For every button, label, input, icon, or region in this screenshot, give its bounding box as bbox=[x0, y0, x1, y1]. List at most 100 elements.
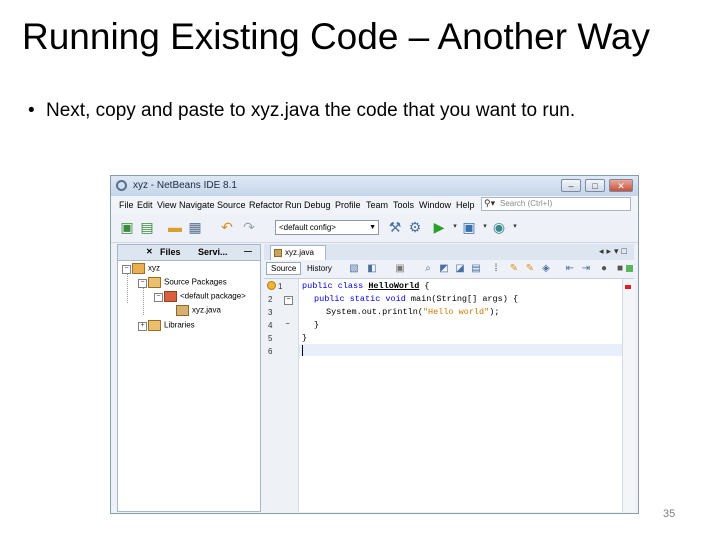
shift-left-icon[interactable]: ⇤ bbox=[564, 263, 576, 274]
build-icon[interactable]: ⚒ bbox=[387, 219, 403, 235]
run-icon[interactable]: ▶ bbox=[431, 219, 447, 235]
toggle-bookmark-icon[interactable]: ◈ bbox=[540, 263, 552, 274]
menu-help[interactable]: Help bbox=[456, 200, 475, 210]
profile-dropdown-icon[interactable]: ▾ bbox=[507, 219, 523, 235]
panel-close-icon[interactable]: ✕ bbox=[146, 247, 153, 256]
line-gutter: 1 2 3 4 5 6 − − bbox=[264, 279, 299, 512]
warning-icon[interactable] bbox=[267, 281, 276, 290]
save-all-icon[interactable]: ▦ bbox=[187, 219, 203, 235]
redo-icon[interactable]: ↷ bbox=[241, 219, 257, 235]
window-titlebar: xyz - NetBeans IDE 8.1 – □ ✕ bbox=[111, 176, 638, 196]
bullet-text: • Next, copy and paste to xyz.java the co… bbox=[28, 100, 575, 122]
expand-package-icon[interactable]: − bbox=[154, 293, 163, 302]
open-project-icon[interactable]: ▬ bbox=[167, 219, 183, 235]
fold-end-icon: − bbox=[285, 321, 290, 328]
menu-profile[interactable]: Profile bbox=[335, 200, 361, 210]
toggle-selection-icon[interactable]: ⁞ bbox=[490, 263, 502, 274]
new-file-icon[interactable]: ▤ bbox=[139, 219, 155, 235]
previous-bookmark-icon[interactable]: ✎ bbox=[508, 263, 520, 274]
close-button[interactable]: ✕ bbox=[609, 179, 633, 192]
stop-macro-icon[interactable]: ■ bbox=[614, 263, 626, 274]
next-bookmark-icon[interactable]: ✎ bbox=[524, 263, 536, 274]
class-name: HelloWorld bbox=[368, 281, 420, 291]
projects-panel: ✕ Files Servi... — − xyz − Source Packag… bbox=[117, 244, 261, 512]
tree-project-label: xyz bbox=[148, 263, 160, 273]
undo-icon[interactable]: ↶ bbox=[219, 219, 235, 235]
code-line-4: } bbox=[314, 320, 319, 330]
find-previous-icon[interactable]: ◩ bbox=[438, 263, 450, 274]
tab-services[interactable]: Servi... bbox=[198, 247, 228, 257]
tree-libraries-label: Libraries bbox=[164, 320, 195, 330]
menu-view[interactable]: View bbox=[157, 200, 176, 210]
expand-libraries-icon[interactable]: + bbox=[138, 322, 147, 331]
new-project-icon[interactable]: ▣ bbox=[119, 219, 135, 235]
slide-title: Running Existing Code – Another Way bbox=[22, 16, 650, 57]
libraries-icon bbox=[148, 320, 161, 331]
chevron-down-icon: ▼ bbox=[369, 224, 376, 231]
history-button[interactable]: History bbox=[302, 262, 337, 275]
find-next-icon[interactable]: ◪ bbox=[454, 263, 466, 274]
tree-source-packages[interactable]: Source Packages bbox=[148, 277, 227, 288]
menu-source[interactable]: Source bbox=[217, 200, 246, 210]
current-line-highlight bbox=[299, 344, 622, 356]
code-text: } bbox=[314, 320, 320, 330]
editor-tab-label: xyz.java bbox=[285, 248, 314, 257]
clean-build-icon[interactable]: ⚙ bbox=[407, 219, 423, 235]
tree-file-xyz[interactable]: xyz.java bbox=[176, 305, 221, 316]
editor-tab-xyz[interactable]: xyz.java bbox=[270, 245, 326, 260]
tree-project[interactable]: xyz bbox=[132, 263, 160, 274]
menu-navigate[interactable]: Navigate bbox=[179, 200, 215, 210]
code-editor[interactable]: 1 2 3 4 5 6 − − public class HelloWorld … bbox=[264, 279, 622, 512]
vertical-scrollbar[interactable] bbox=[622, 279, 635, 512]
code-text: main(String[] args) { bbox=[410, 294, 519, 304]
menu-team[interactable]: Team bbox=[366, 200, 388, 210]
tab-navigation-icon[interactable]: ◂▸▾□ bbox=[599, 246, 630, 257]
find-icon[interactable]: ⌕ bbox=[422, 263, 434, 274]
back-icon[interactable]: ◧ bbox=[366, 263, 378, 274]
tree-source-label: Source Packages bbox=[164, 277, 227, 287]
debug-icon[interactable]: ▣ bbox=[461, 219, 477, 235]
panel-tabs: ✕ Files Servi... — bbox=[118, 245, 260, 261]
record-macro-icon[interactable]: ● bbox=[598, 263, 610, 274]
line-number: 1 bbox=[278, 282, 283, 291]
editor-toolbar: Source History ▧ ◧ ▣ ⌕ ◩ ◪ ▤ ⁞ ✎ ✎ ◈ ⇤ ⇥… bbox=[264, 260, 634, 279]
profile-icon[interactable]: ◉ bbox=[491, 219, 507, 235]
page-number: 35 bbox=[663, 508, 676, 520]
menu-file[interactable]: File bbox=[119, 200, 134, 210]
tree-libraries[interactable]: Libraries bbox=[148, 320, 195, 331]
expand-project-icon[interactable]: − bbox=[122, 265, 131, 274]
toggle-highlight-icon[interactable]: ▤ bbox=[470, 263, 482, 274]
main-toolbar: ▣ ▤ ▬ ▦ ↶ ↷ <default config> ▼ ⚒ ⚙ ▶ ▾ ▣… bbox=[111, 214, 638, 243]
menu-window[interactable]: Window bbox=[419, 200, 451, 210]
line-number: 6 bbox=[268, 347, 273, 356]
code-line-3: System.out.println("Hello world"); bbox=[326, 307, 499, 317]
fold-collapse-icon[interactable]: − bbox=[284, 296, 293, 305]
menu-run[interactable]: Run bbox=[285, 200, 302, 210]
tree-package-label: <default package> bbox=[180, 291, 246, 301]
code-text: ); bbox=[489, 307, 500, 317]
keyword: public static void bbox=[314, 294, 411, 304]
source-button[interactable]: Source bbox=[266, 262, 302, 275]
error-stripe-mark[interactable] bbox=[625, 285, 631, 289]
maximize-button[interactable]: □ bbox=[585, 179, 605, 192]
tree-default-package[interactable]: <default package> bbox=[164, 291, 246, 302]
search-input[interactable]: ⚲▾ Search (Ctrl+I) bbox=[481, 197, 631, 211]
forward-icon[interactable]: ▣ bbox=[394, 263, 406, 274]
panel-minimize-icon[interactable]: — bbox=[244, 247, 252, 256]
line-number: 2 bbox=[268, 295, 273, 304]
tab-files[interactable]: Files bbox=[160, 247, 181, 257]
bullet-dot: • bbox=[28, 100, 35, 121]
minimize-button[interactable]: – bbox=[561, 179, 581, 192]
last-edit-icon[interactable]: ▧ bbox=[348, 263, 360, 274]
tree-file-label: xyz.java bbox=[192, 305, 221, 315]
menu-refactor[interactable]: Refactor bbox=[249, 200, 283, 210]
menu-edit[interactable]: Edit bbox=[137, 200, 153, 210]
code-line-5: } bbox=[302, 333, 307, 343]
shift-right-icon[interactable]: ⇥ bbox=[580, 263, 592, 274]
menu-tools[interactable]: Tools bbox=[393, 200, 414, 210]
config-select[interactable]: <default config> ▼ bbox=[275, 220, 379, 235]
editor-tabs: xyz.java ◂▸▾□ bbox=[264, 244, 634, 260]
code-text: } bbox=[302, 333, 308, 343]
expand-source-icon[interactable]: − bbox=[138, 279, 147, 288]
menu-debug[interactable]: Debug bbox=[304, 200, 331, 210]
